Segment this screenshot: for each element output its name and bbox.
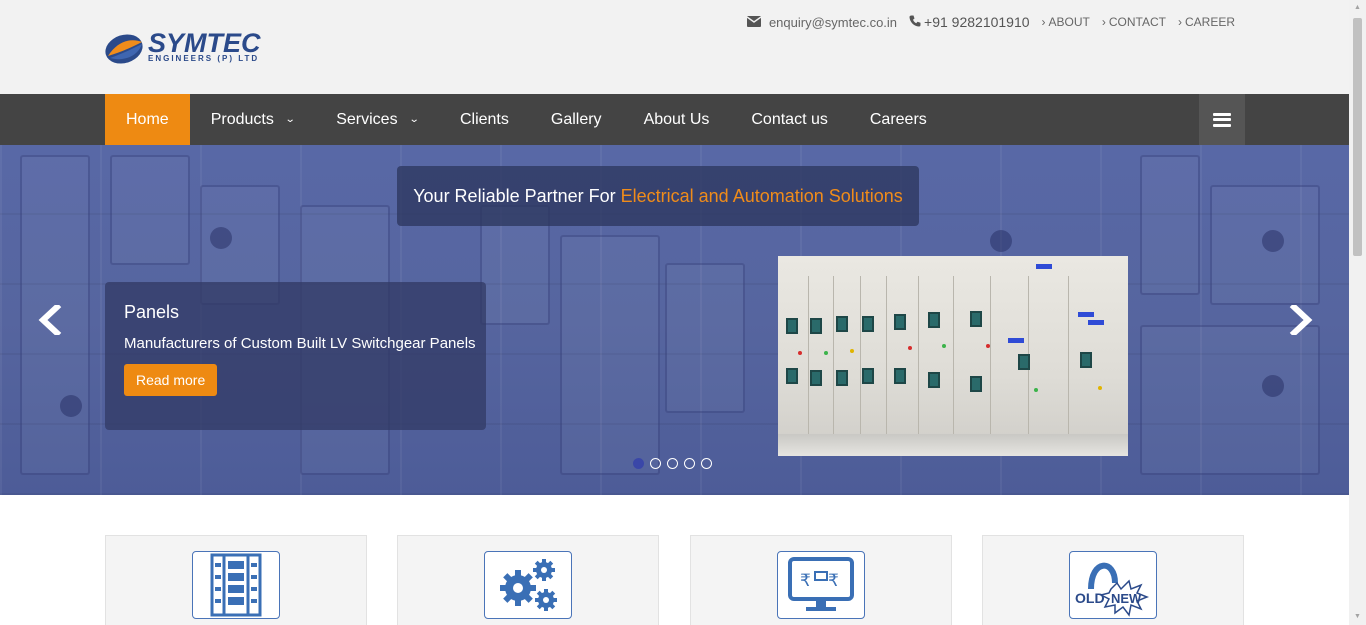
nav-label: Products (210, 110, 274, 128)
slide-title: Panels (124, 302, 180, 322)
chevron-right-icon: › (1177, 15, 1182, 29)
nav-label: Contact us (751, 110, 828, 128)
nav-item-contact-us[interactable]: Contact us (730, 94, 848, 145)
hamburger-icon (1213, 112, 1231, 127)
phone-text: +91 9282101910 (924, 14, 1030, 30)
next-slide-arrow[interactable] (1288, 302, 1318, 338)
rupee-symbol-right: ₹ (828, 571, 839, 591)
contact-strip: enquiry@symtec.co.in +91 9282101910 › AB… (735, 12, 1235, 32)
chevron-right-icon: › (1101, 15, 1106, 29)
nav-item-products[interactable]: Products ⌄ (190, 94, 316, 145)
gears-icon[interactable] (484, 551, 572, 619)
slide-indicators (633, 458, 712, 469)
nav-label: Careers (869, 110, 927, 128)
top-link-career[interactable]: › CAREER (1178, 15, 1235, 29)
rupee-symbol-left: ₹ (800, 571, 811, 591)
feature-box-services[interactable] (397, 535, 659, 625)
top-link-contact[interactable]: › CONTACT (1102, 15, 1166, 29)
slide-dot-1[interactable] (633, 458, 644, 469)
tagline-prefix: Your Reliable Partner For (413, 185, 616, 206)
scroll-up-icon[interactable]: ▲ (1353, 3, 1362, 13)
slide-description: Manufacturers of Custom Built LV Switchg… (124, 335, 476, 352)
company-logo[interactable]: SYMTEC ENGINEERS (P) LTD (104, 28, 274, 70)
nav-label: Services (336, 110, 398, 128)
nav-label: About Us (643, 110, 710, 128)
envelope-icon (746, 15, 762, 30)
slide-caption: Panels Manufacturers of Custom Built LV … (105, 282, 486, 430)
hero-tagline: Your Reliable Partner For Electrical and… (397, 166, 919, 226)
hero-slider: Your Reliable Partner For Electrical and… (0, 145, 1349, 495)
scroll-down-icon[interactable]: ▼ (1353, 612, 1362, 622)
new-label: NEW (1111, 591, 1142, 606)
slide-dot-5[interactable] (701, 458, 712, 469)
old-label: OLD (1075, 590, 1105, 606)
logo-swoosh-icon (105, 34, 143, 64)
top-link-label: CONTACT (1108, 15, 1166, 29)
feature-box-billing[interactable]: ₹ ₹ (690, 535, 952, 625)
tagline-highlight: Electrical and Automation Solutions (620, 185, 903, 206)
phone-contact[interactable]: +91 9282101910 (909, 14, 1030, 30)
chevron-down-icon: ⌄ (284, 114, 296, 125)
old-new-icon[interactable]: OLD NEW (1069, 551, 1157, 619)
panels-photo (778, 256, 1128, 456)
feature-box-panels[interactable] (105, 535, 367, 625)
nav-label: Home (126, 110, 169, 128)
main-navbar: Home Products ⌄ Services ⌄ Clients Gallery… (0, 94, 1349, 145)
menu-toggle-button[interactable] (1199, 94, 1245, 145)
slide-dot-4[interactable] (684, 458, 695, 469)
logo-subtitle: ENGINEERS (P) LTD (148, 54, 260, 63)
chevron-right-icon: › (1041, 15, 1046, 29)
panel-board-icon[interactable] (192, 551, 280, 619)
slide-dot-3[interactable] (667, 458, 678, 469)
top-link-label: CAREER (1184, 15, 1235, 29)
nav-item-about-us[interactable]: About Us (623, 94, 731, 145)
scrollbar-thumb[interactable] (1353, 18, 1362, 256)
chevron-down-icon: ⌄ (408, 114, 420, 125)
email-text: enquiry@symtec.co.in (768, 14, 898, 30)
nav-item-careers[interactable]: Careers (849, 94, 948, 145)
nav-item-home[interactable]: Home (105, 94, 190, 145)
nav-label: Gallery (550, 110, 602, 128)
nav-menu: Home Products ⌄ Services ⌄ Clients Gallery… (105, 94, 948, 145)
email-contact[interactable]: enquiry@symtec.co.in (746, 14, 898, 30)
prev-slide-arrow[interactable] (37, 302, 67, 338)
top-link-label: ABOUT (1048, 15, 1090, 29)
nav-item-clients[interactable]: Clients (439, 94, 530, 145)
feature-boxes: ₹ ₹ OLD NEW (105, 535, 1245, 625)
nav-item-services[interactable]: Services ⌄ (315, 94, 439, 145)
rupee-monitor-icon[interactable]: ₹ ₹ (777, 551, 865, 619)
phone-icon (909, 14, 921, 30)
top-header: SYMTEC ENGINEERS (P) LTD enquiry@symtec.… (0, 0, 1349, 94)
nav-item-gallery[interactable]: Gallery (530, 94, 623, 145)
page-scrollbar[interactable]: ▲ ▼ (1349, 0, 1366, 625)
nav-label: Clients (459, 110, 509, 128)
read-more-button[interactable]: Read more (124, 364, 218, 396)
slide-dot-2[interactable] (650, 458, 661, 469)
top-link-about[interactable]: › ABOUT (1042, 15, 1090, 29)
feature-box-retrofit[interactable]: OLD NEW (982, 535, 1244, 625)
